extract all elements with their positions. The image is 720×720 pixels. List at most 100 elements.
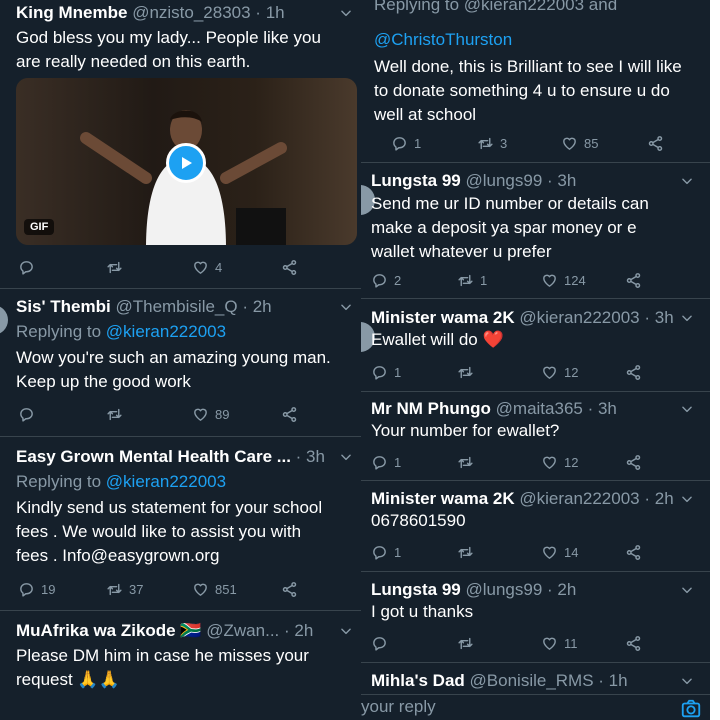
replying-to: Replying to @kieran222003 bbox=[16, 322, 227, 341]
like-button[interactable]: 85 bbox=[561, 131, 598, 155]
like-button[interactable]: 89 bbox=[192, 402, 229, 426]
gif-media[interactable]: GIF bbox=[16, 78, 357, 245]
retweet-button[interactable] bbox=[457, 631, 480, 655]
share-button[interactable] bbox=[281, 577, 304, 601]
chevron-down-icon[interactable] bbox=[676, 670, 698, 692]
author-handle: @Zwan... · 2h bbox=[206, 621, 314, 640]
retweet-icon bbox=[457, 544, 474, 561]
chevron-down-icon[interactable] bbox=[676, 307, 698, 329]
tweet-text: Your number for ewallet? bbox=[371, 421, 560, 440]
divider bbox=[361, 391, 710, 392]
share-button[interactable] bbox=[625, 631, 648, 655]
camera-icon[interactable] bbox=[680, 698, 702, 720]
tweet-text: Kindly send us statement for your school… bbox=[16, 498, 323, 565]
chevron-down-icon[interactable] bbox=[676, 488, 698, 510]
share-button[interactable] bbox=[281, 255, 304, 279]
like-count: 11 bbox=[564, 635, 578, 651]
share-icon bbox=[281, 259, 298, 276]
reply-handle-link[interactable]: @kieran222003 bbox=[106, 322, 226, 341]
like-button[interactable]: 11 bbox=[541, 631, 578, 655]
share-button[interactable] bbox=[281, 402, 304, 426]
reply-count: 1 bbox=[394, 364, 402, 380]
reply-button[interactable] bbox=[371, 631, 394, 655]
like-button[interactable]: 12 bbox=[541, 360, 578, 384]
heart-icon bbox=[561, 135, 578, 152]
reply-button[interactable] bbox=[18, 402, 41, 426]
retweet-button[interactable]: 37 bbox=[106, 577, 143, 601]
reply-button[interactable] bbox=[18, 255, 41, 279]
share-button[interactable] bbox=[625, 360, 648, 384]
reply-button[interactable]: 19 bbox=[18, 577, 55, 601]
divider bbox=[361, 571, 710, 572]
reply-handle-link[interactable]: @ChristoThurston bbox=[374, 29, 512, 51]
tweet-text: God bless you my lady... People like you… bbox=[16, 28, 321, 71]
author-name[interactable]: Easy Grown Mental Health Care ... bbox=[16, 447, 291, 466]
like-count: 14 bbox=[564, 544, 579, 560]
author-name[interactable]: Mihla's Dad bbox=[371, 671, 465, 690]
reply-button[interactable]: 2 bbox=[371, 268, 401, 292]
replying-to: Replying to @kieran222003 bbox=[16, 472, 227, 491]
share-icon bbox=[625, 454, 642, 471]
author-name[interactable]: Lungsta 99 bbox=[371, 171, 461, 190]
tweet-actions: 1 3 85 bbox=[391, 131, 710, 155]
tweet-header: King Mnembe @nzisto_28303 · 1h bbox=[16, 2, 357, 24]
like-button[interactable]: 12 bbox=[541, 450, 578, 474]
retweet-button[interactable] bbox=[457, 540, 480, 564]
share-button[interactable] bbox=[625, 450, 648, 474]
retweet-button[interactable]: 3 bbox=[477, 131, 507, 155]
like-button[interactable]: 124 bbox=[541, 268, 586, 292]
reply-icon bbox=[18, 406, 35, 423]
author-name[interactable]: Sis' Thembi bbox=[16, 297, 111, 316]
retweet-icon bbox=[106, 259, 123, 276]
divider bbox=[0, 288, 361, 289]
author-handle: @Thembisile_Q · 2h bbox=[115, 297, 272, 316]
chevron-down-icon[interactable] bbox=[335, 620, 357, 642]
tweet-header: Mr NM Phungo @maita365 · 3h bbox=[371, 398, 698, 420]
retweet-icon bbox=[457, 454, 474, 471]
reply-button[interactable]: 1 bbox=[371, 360, 401, 384]
retweet-button[interactable] bbox=[457, 450, 480, 474]
tweet-header: Minister wama 2K @kieran222003 · 2h bbox=[371, 488, 698, 510]
retweet-button[interactable] bbox=[106, 402, 129, 426]
reply-composer[interactable]: your reply bbox=[361, 694, 710, 720]
reply-button[interactable]: 1 bbox=[371, 540, 401, 564]
like-button[interactable]: 851 bbox=[192, 577, 237, 601]
reply-button[interactable]: 1 bbox=[391, 131, 421, 155]
reply-input[interactable]: your reply bbox=[361, 697, 436, 717]
retweet-button[interactable] bbox=[106, 255, 129, 279]
divider bbox=[0, 610, 361, 611]
share-button[interactable] bbox=[647, 131, 670, 155]
retweet-button[interactable]: 1 bbox=[457, 268, 487, 292]
tweet-text: I got u thanks bbox=[371, 602, 474, 621]
chevron-down-icon[interactable] bbox=[335, 446, 357, 468]
chevron-down-icon[interactable] bbox=[676, 170, 698, 192]
play-icon[interactable] bbox=[166, 143, 206, 183]
tweet-actions: 1 12 bbox=[371, 360, 710, 384]
tweet-actions: 19 37 851 bbox=[18, 577, 361, 601]
reply-button[interactable]: 1 bbox=[371, 450, 401, 474]
chevron-down-icon[interactable] bbox=[676, 579, 698, 601]
retweet-icon bbox=[106, 581, 123, 598]
tweet-actions: 89 bbox=[18, 402, 361, 426]
heart-icon bbox=[541, 635, 558, 652]
author-name[interactable]: Minister wama 2K bbox=[371, 308, 515, 327]
divider bbox=[361, 662, 710, 663]
share-button[interactable] bbox=[625, 268, 648, 292]
like-button[interactable]: 14 bbox=[541, 540, 578, 564]
author-name[interactable]: Lungsta 99 bbox=[371, 580, 461, 599]
like-count: 12 bbox=[564, 364, 579, 380]
chevron-down-icon[interactable] bbox=[676, 398, 698, 420]
author-name[interactable]: King Mnembe bbox=[16, 3, 127, 22]
author-name[interactable]: Minister wama 2K bbox=[371, 489, 515, 508]
author-name[interactable]: MuAfrika wa Zikode 🇿🇦 bbox=[16, 621, 202, 640]
chevron-down-icon[interactable] bbox=[335, 296, 357, 318]
reply-icon bbox=[371, 272, 388, 289]
divider bbox=[361, 162, 710, 163]
retweet-button[interactable] bbox=[457, 360, 480, 384]
reply-handle-link[interactable]: @kieran222003 bbox=[106, 472, 226, 491]
author-name[interactable]: Mr NM Phungo bbox=[371, 399, 491, 418]
chevron-down-icon[interactable] bbox=[335, 2, 357, 24]
share-button[interactable] bbox=[625, 540, 648, 564]
avatar[interactable] bbox=[0, 305, 8, 335]
like-button[interactable]: 4 bbox=[192, 255, 222, 279]
